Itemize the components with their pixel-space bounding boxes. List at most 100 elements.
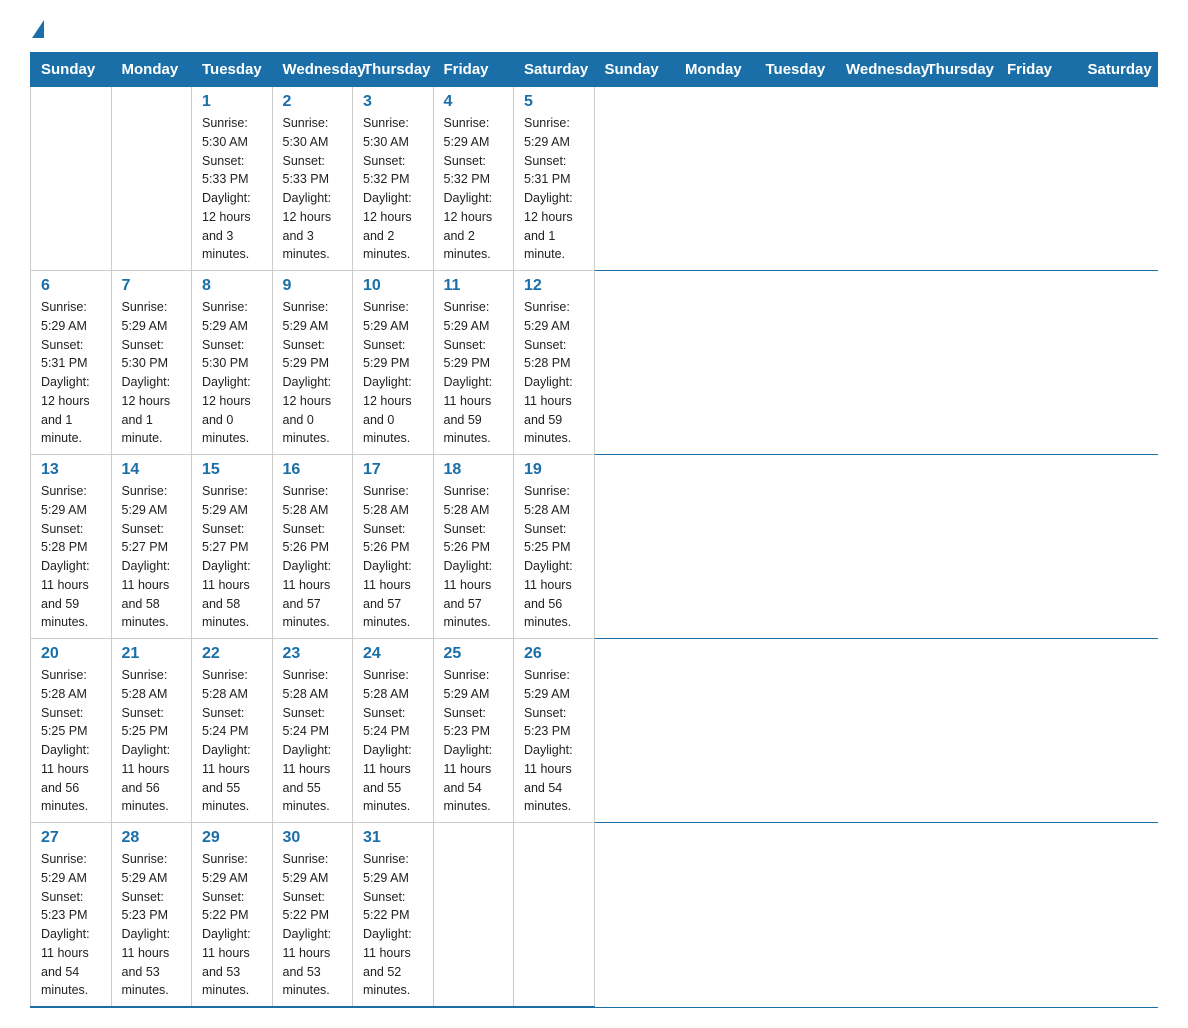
day-number: 31 bbox=[363, 829, 423, 847]
day-number: 4 bbox=[444, 93, 504, 111]
day-number: 9 bbox=[283, 277, 343, 295]
day-info: Sunrise: 5:29 AM Sunset: 5:28 PM Dayligh… bbox=[524, 298, 584, 448]
day-info: Sunrise: 5:29 AM Sunset: 5:30 PM Dayligh… bbox=[202, 298, 262, 448]
day-info: Sunrise: 5:29 AM Sunset: 5:32 PM Dayligh… bbox=[444, 114, 504, 264]
day-number: 28 bbox=[122, 829, 182, 847]
header-day-friday: Friday bbox=[997, 53, 1078, 87]
day-info: Sunrise: 5:29 AM Sunset: 5:23 PM Dayligh… bbox=[41, 850, 101, 1000]
week-row-3: 13 Sunrise: 5:29 AM Sunset: 5:28 PM Dayli… bbox=[31, 455, 1158, 639]
day-info: Sunrise: 5:29 AM Sunset: 5:29 PM Dayligh… bbox=[283, 298, 343, 448]
calendar-cell: 5 Sunrise: 5:29 AM Sunset: 5:31 PM Daylig… bbox=[514, 87, 595, 271]
calendar-cell: 23 Sunrise: 5:28 AM Sunset: 5:24 PM Dayli… bbox=[272, 639, 353, 823]
header-wednesday: Wednesday bbox=[272, 53, 353, 87]
calendar-cell: 8 Sunrise: 5:29 AM Sunset: 5:30 PM Daylig… bbox=[192, 271, 273, 455]
day-number: 24 bbox=[363, 645, 423, 663]
header-saturday: Saturday bbox=[514, 53, 595, 87]
calendar-cell: 2 Sunrise: 5:30 AM Sunset: 5:33 PM Daylig… bbox=[272, 87, 353, 271]
day-number: 23 bbox=[283, 645, 343, 663]
header-day-thursday: Thursday bbox=[916, 53, 997, 87]
day-info: Sunrise: 5:28 AM Sunset: 5:25 PM Dayligh… bbox=[41, 666, 101, 816]
calendar-cell: 17Sunrise: 5:28 AM Sunset: 5:26 PM Dayli… bbox=[353, 455, 434, 639]
day-number: 18 bbox=[444, 461, 504, 479]
day-number: 30 bbox=[283, 829, 343, 847]
day-number: 29 bbox=[202, 829, 262, 847]
day-info: Sunrise: 5:28 AM Sunset: 5:24 PM Dayligh… bbox=[283, 666, 343, 816]
logo-triangle-icon bbox=[32, 20, 44, 38]
calendar-cell: 3 Sunrise: 5:30 AM Sunset: 5:32 PM Daylig… bbox=[353, 87, 434, 271]
calendar-cell: 19 Sunrise: 5:28 AM Sunset: 5:25 PM Dayli… bbox=[514, 455, 595, 639]
day-info: Sunrise: 5:29 AM Sunset: 5:22 PM Dayligh… bbox=[363, 850, 423, 1000]
calendar-cell: 21Sunrise: 5:28 AM Sunset: 5:25 PM Dayli… bbox=[111, 639, 192, 823]
day-number: 10 bbox=[363, 277, 423, 295]
day-info: Sunrise: 5:29 AM Sunset: 5:27 PM Dayligh… bbox=[122, 482, 182, 632]
day-number: 17 bbox=[363, 461, 423, 479]
logo bbox=[30, 20, 44, 38]
calendar-cell bbox=[514, 823, 595, 1008]
calendar-cell: 11Sunrise: 5:29 AM Sunset: 5:29 PM Dayli… bbox=[433, 271, 514, 455]
day-number: 22 bbox=[202, 645, 262, 663]
calendar-cell: 12 Sunrise: 5:29 AM Sunset: 5:28 PM Dayli… bbox=[514, 271, 595, 455]
day-number: 27 bbox=[41, 829, 101, 847]
day-number: 13 bbox=[41, 461, 101, 479]
day-info: Sunrise: 5:29 AM Sunset: 5:22 PM Dayligh… bbox=[202, 850, 262, 1000]
day-info: Sunrise: 5:30 AM Sunset: 5:32 PM Dayligh… bbox=[363, 114, 423, 264]
calendar-cell: 16 Sunrise: 5:28 AM Sunset: 5:26 PM Dayli… bbox=[272, 455, 353, 639]
page-header bbox=[30, 20, 1158, 38]
day-info: Sunrise: 5:29 AM Sunset: 5:31 PM Dayligh… bbox=[524, 114, 584, 264]
header-thursday: Thursday bbox=[353, 53, 434, 87]
calendar-cell: 14 Sunrise: 5:29 AM Sunset: 5:27 PM Dayli… bbox=[111, 455, 192, 639]
header-sunday: Sunday bbox=[31, 53, 112, 87]
day-info: Sunrise: 5:28 AM Sunset: 5:26 PM Dayligh… bbox=[283, 482, 343, 632]
calendar-cell: 10Sunrise: 5:29 AM Sunset: 5:29 PM Dayli… bbox=[353, 271, 434, 455]
header-day-saturday: Saturday bbox=[1077, 53, 1158, 87]
header-tuesday: Tuesday bbox=[192, 53, 273, 87]
calendar-cell: 15Sunrise: 5:29 AM Sunset: 5:27 PM Dayli… bbox=[192, 455, 273, 639]
day-number: 26 bbox=[524, 645, 584, 663]
calendar-header-row: SundayMondayTuesdayWednesdayThursdayFrid… bbox=[31, 53, 1158, 87]
calendar-cell: 26Sunrise: 5:29 AM Sunset: 5:23 PM Dayli… bbox=[514, 639, 595, 823]
day-info: Sunrise: 5:29 AM Sunset: 5:29 PM Dayligh… bbox=[444, 298, 504, 448]
day-info: Sunrise: 5:30 AM Sunset: 5:33 PM Dayligh… bbox=[283, 114, 343, 264]
calendar-cell: 20Sunrise: 5:28 AM Sunset: 5:25 PM Dayli… bbox=[31, 639, 112, 823]
week-row-4: 20Sunrise: 5:28 AM Sunset: 5:25 PM Dayli… bbox=[31, 639, 1158, 823]
day-number: 21 bbox=[122, 645, 182, 663]
day-info: Sunrise: 5:29 AM Sunset: 5:28 PM Dayligh… bbox=[41, 482, 101, 632]
calendar-cell: 22Sunrise: 5:28 AM Sunset: 5:24 PM Dayli… bbox=[192, 639, 273, 823]
calendar-cell bbox=[111, 87, 192, 271]
day-info: Sunrise: 5:29 AM Sunset: 5:23 PM Dayligh… bbox=[122, 850, 182, 1000]
day-info: Sunrise: 5:29 AM Sunset: 5:27 PM Dayligh… bbox=[202, 482, 262, 632]
day-number: 7 bbox=[122, 277, 182, 295]
calendar-cell: 29 Sunrise: 5:29 AM Sunset: 5:22 PM Dayli… bbox=[192, 823, 273, 1008]
day-info: Sunrise: 5:29 AM Sunset: 5:22 PM Dayligh… bbox=[283, 850, 343, 1000]
calendar-table: SundayMondayTuesdayWednesdayThursdayFrid… bbox=[30, 52, 1158, 1008]
day-number: 14 bbox=[122, 461, 182, 479]
calendar-cell: 27 Sunrise: 5:29 AM Sunset: 5:23 PM Dayli… bbox=[31, 823, 112, 1008]
calendar-cell: 1Sunrise: 5:30 AM Sunset: 5:33 PM Daylig… bbox=[192, 87, 273, 271]
calendar-cell: 7Sunrise: 5:29 AM Sunset: 5:30 PM Daylig… bbox=[111, 271, 192, 455]
week-row-5: 27 Sunrise: 5:29 AM Sunset: 5:23 PM Dayli… bbox=[31, 823, 1158, 1008]
calendar-cell: 6Sunrise: 5:29 AM Sunset: 5:31 PM Daylig… bbox=[31, 271, 112, 455]
day-number: 19 bbox=[524, 461, 584, 479]
day-info: Sunrise: 5:28 AM Sunset: 5:24 PM Dayligh… bbox=[363, 666, 423, 816]
calendar-cell bbox=[433, 823, 514, 1008]
calendar-cell: 13 Sunrise: 5:29 AM Sunset: 5:28 PM Dayli… bbox=[31, 455, 112, 639]
day-info: Sunrise: 5:30 AM Sunset: 5:33 PM Dayligh… bbox=[202, 114, 262, 264]
calendar-cell: 28 Sunrise: 5:29 AM Sunset: 5:23 PM Dayli… bbox=[111, 823, 192, 1008]
header-friday: Friday bbox=[433, 53, 514, 87]
day-number: 12 bbox=[524, 277, 584, 295]
day-info: Sunrise: 5:28 AM Sunset: 5:25 PM Dayligh… bbox=[524, 482, 584, 632]
day-number: 5 bbox=[524, 93, 584, 111]
calendar-cell: 25Sunrise: 5:29 AM Sunset: 5:23 PM Dayli… bbox=[433, 639, 514, 823]
day-number: 2 bbox=[283, 93, 343, 111]
week-row-2: 6Sunrise: 5:29 AM Sunset: 5:31 PM Daylig… bbox=[31, 271, 1158, 455]
day-number: 16 bbox=[283, 461, 343, 479]
day-info: Sunrise: 5:28 AM Sunset: 5:26 PM Dayligh… bbox=[444, 482, 504, 632]
day-number: 3 bbox=[363, 93, 423, 111]
header-day-monday: Monday bbox=[675, 53, 756, 87]
header-day-wednesday: Wednesday bbox=[836, 53, 917, 87]
day-number: 8 bbox=[202, 277, 262, 295]
week-row-1: 1Sunrise: 5:30 AM Sunset: 5:33 PM Daylig… bbox=[31, 87, 1158, 271]
calendar-cell: 4 Sunrise: 5:29 AM Sunset: 5:32 PM Daylig… bbox=[433, 87, 514, 271]
header-monday: Monday bbox=[111, 53, 192, 87]
calendar-cell: 9 Sunrise: 5:29 AM Sunset: 5:29 PM Daylig… bbox=[272, 271, 353, 455]
